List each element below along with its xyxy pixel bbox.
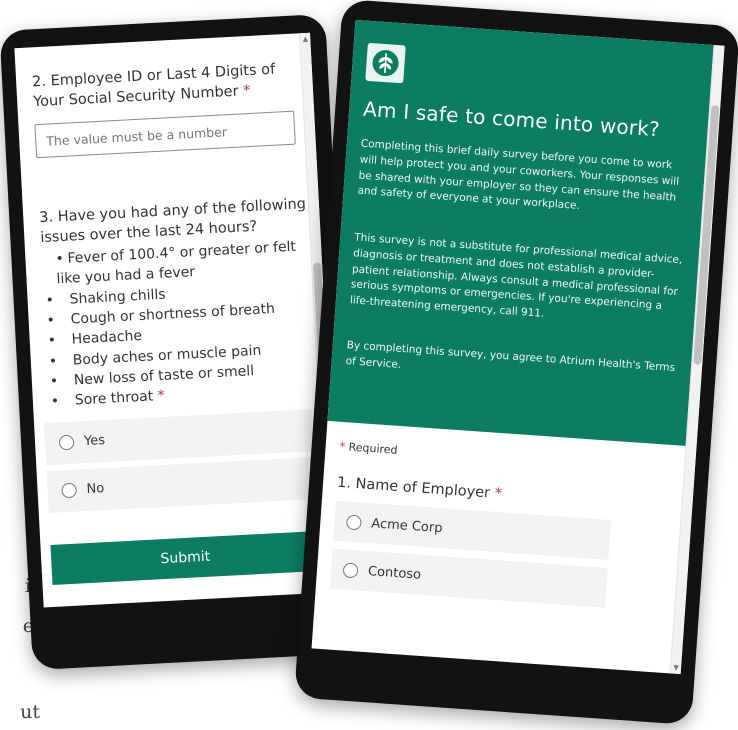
background-text-fragment: ut <box>20 701 40 723</box>
required-asterisk: * <box>494 485 503 503</box>
option-yes[interactable]: Yes <box>44 408 314 465</box>
survey-header: Am I safe to come into work? Completing … <box>327 19 715 447</box>
right-phone: Am I safe to come into work? Completing … <box>294 0 738 726</box>
employee-id-input[interactable] <box>34 110 296 159</box>
page-title: Am I safe to come into work? <box>362 96 661 142</box>
survey-disclaimer: This survey is not a substitute for prof… <box>349 231 683 320</box>
question-3: 3. Have you had any of the following iss… <box>39 195 325 513</box>
survey-body: * Required 1. Name of Employer * Acme Co… <box>329 422 681 612</box>
option-label: Yes <box>83 433 106 450</box>
required-note: * Required <box>339 439 398 457</box>
option-label: Acme Corp <box>370 515 443 536</box>
scroll-up-icon[interactable]: ▲ <box>301 35 309 43</box>
required-asterisk: * <box>242 82 251 99</box>
required-asterisk: * <box>157 388 166 405</box>
left-phone-screen: ▲ 2. Employee ID or Last 4 Digits of You… <box>14 32 340 608</box>
option-contoso[interactable]: Contoso <box>329 548 608 608</box>
radio-icon[interactable] <box>61 482 78 499</box>
radio-icon[interactable] <box>342 561 359 578</box>
required-asterisk: * <box>339 439 346 454</box>
terms-agreement: By completing this survey, you agree to … <box>345 339 676 375</box>
option-label: Contoso <box>367 563 422 583</box>
radio-icon[interactable] <box>58 434 75 451</box>
radio-icon[interactable] <box>345 514 362 531</box>
scroll-down-icon[interactable]: ▼ <box>672 664 681 673</box>
tree-logo-icon <box>365 42 406 84</box>
symptom-list: • Fever of 100.4° or greater or felt like… <box>41 236 319 412</box>
question-2: 2. Employee ID or Last 4 Digits of Your … <box>31 59 304 159</box>
option-label: No <box>86 481 105 498</box>
question-2-title: 2. Employee ID or Last 4 Digits of Your … <box>31 61 276 110</box>
survey-intro: Completing this brief daily survey befor… <box>357 137 680 213</box>
submit-button[interactable]: Submit <box>50 530 321 585</box>
option-no[interactable]: No <box>46 456 317 513</box>
right-phone-screen: Am I safe to come into work? Completing … <box>311 19 725 675</box>
